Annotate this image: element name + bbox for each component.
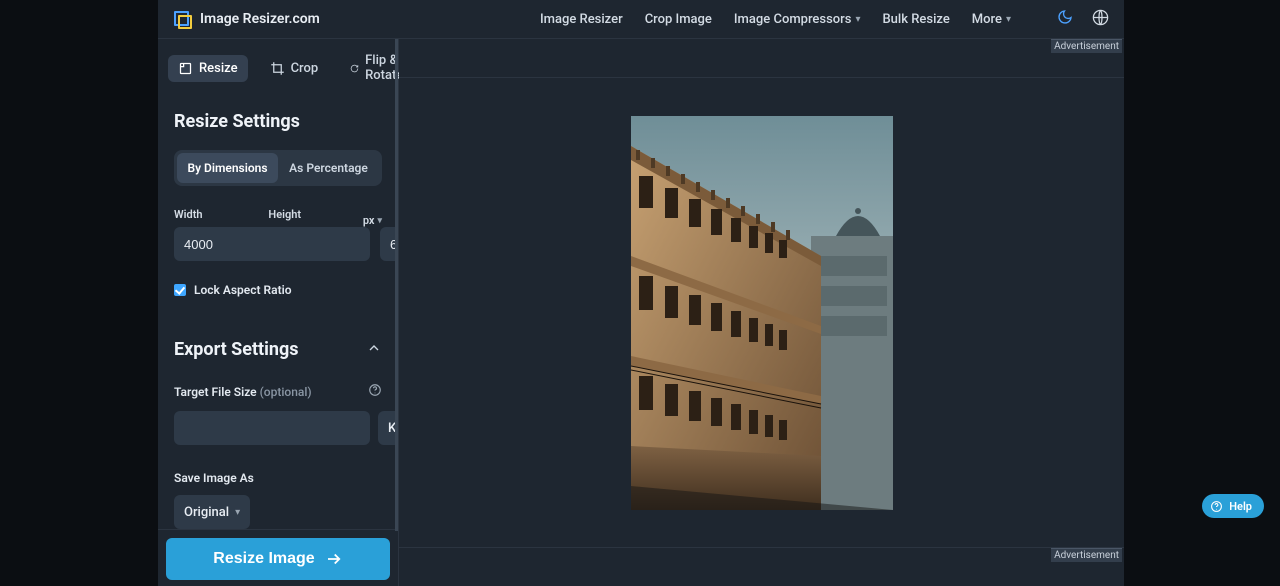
resize-mode-toggle: By Dimensions As Percentage (174, 150, 382, 186)
nav-bulk-resize[interactable]: Bulk Resize (882, 12, 949, 27)
preview-image[interactable] (631, 116, 893, 510)
chevron-down-icon: ▾ (377, 216, 382, 226)
language-icon[interactable] (1091, 8, 1110, 31)
tool-tab-resize-label: Resize (199, 61, 238, 76)
brand[interactable]: Image Resizer.com (172, 9, 320, 29)
image-preview-area (399, 77, 1124, 548)
arrow-right-icon (325, 550, 343, 568)
chevron-up-icon (366, 340, 382, 356)
tool-tabs: Resize Crop Flip & Rotate (158, 39, 398, 97)
nav-crop-image[interactable]: Crop Image (645, 12, 712, 27)
sidebar: Resize Crop Flip & Rotate Res (158, 39, 399, 586)
save-image-as-select[interactable]: Original ▾ (174, 495, 250, 529)
mode-by-dimensions[interactable]: By Dimensions (177, 153, 278, 183)
theme-icon[interactable] (1057, 9, 1073, 29)
export-settings-title: Export Settings (174, 339, 299, 360)
save-image-as-label: Save Image As (174, 471, 382, 485)
crop-icon (270, 61, 285, 76)
nav-image-compressors[interactable]: Image Compressors ▾ (734, 12, 861, 27)
logo-icon (172, 9, 192, 29)
tool-tab-crop[interactable]: Crop (260, 55, 329, 82)
nav-links: Image Resizer Crop Image Image Compresso… (540, 8, 1110, 31)
resize-icon (178, 61, 193, 76)
sidebar-scrollbar[interactable] (395, 39, 398, 531)
width-label: Width (174, 208, 268, 221)
mode-as-percentage[interactable]: As Percentage (278, 153, 379, 183)
nav-image-compressors-label: Image Compressors (734, 12, 852, 27)
tool-tab-crop-label: Crop (291, 61, 319, 76)
collapse-export-toggle[interactable] (366, 340, 382, 360)
ad-bottom-tag: Advertisement (1051, 548, 1122, 562)
chevron-down-icon: ▾ (235, 507, 240, 518)
tool-tab-resize[interactable]: Resize (168, 55, 248, 82)
help-fab[interactable]: Help (1202, 494, 1264, 518)
help-fab-label: Help (1229, 500, 1252, 513)
save-image-as-value: Original (184, 505, 229, 520)
help-icon[interactable] (368, 382, 382, 401)
width-input[interactable] (174, 227, 370, 261)
target-file-size-input[interactable] (174, 411, 370, 445)
preview-column: Advertisement (399, 39, 1124, 586)
target-file-size-label: Target File Size (optional) (174, 385, 312, 399)
lock-aspect-checkbox[interactable] (174, 284, 186, 296)
nav-image-resizer[interactable]: Image Resizer (540, 12, 623, 27)
nav-more[interactable]: More ▾ (972, 12, 1011, 27)
resize-settings-title: Resize Settings (174, 111, 382, 132)
unit-label: px (363, 214, 375, 227)
chevron-down-icon: ▾ (1006, 14, 1011, 25)
chevron-down-icon: ▾ (855, 14, 860, 25)
resize-image-button-label: Resize Image (213, 550, 314, 568)
nav-more-label: More (972, 12, 1002, 27)
unit-select[interactable]: px ▾ (363, 214, 382, 227)
topbar: Image Resizer.com Image Resizer Crop Ima… (158, 0, 1124, 38)
rotate-icon (350, 61, 359, 76)
help-icon (1210, 500, 1223, 513)
ad-top-tag: Advertisement (1051, 39, 1122, 53)
brand-title: Image Resizer.com (200, 11, 320, 27)
lock-aspect-label: Lock Aspect Ratio (194, 283, 292, 297)
height-label: Height (268, 208, 362, 221)
resize-image-button[interactable]: Resize Image (166, 538, 390, 580)
